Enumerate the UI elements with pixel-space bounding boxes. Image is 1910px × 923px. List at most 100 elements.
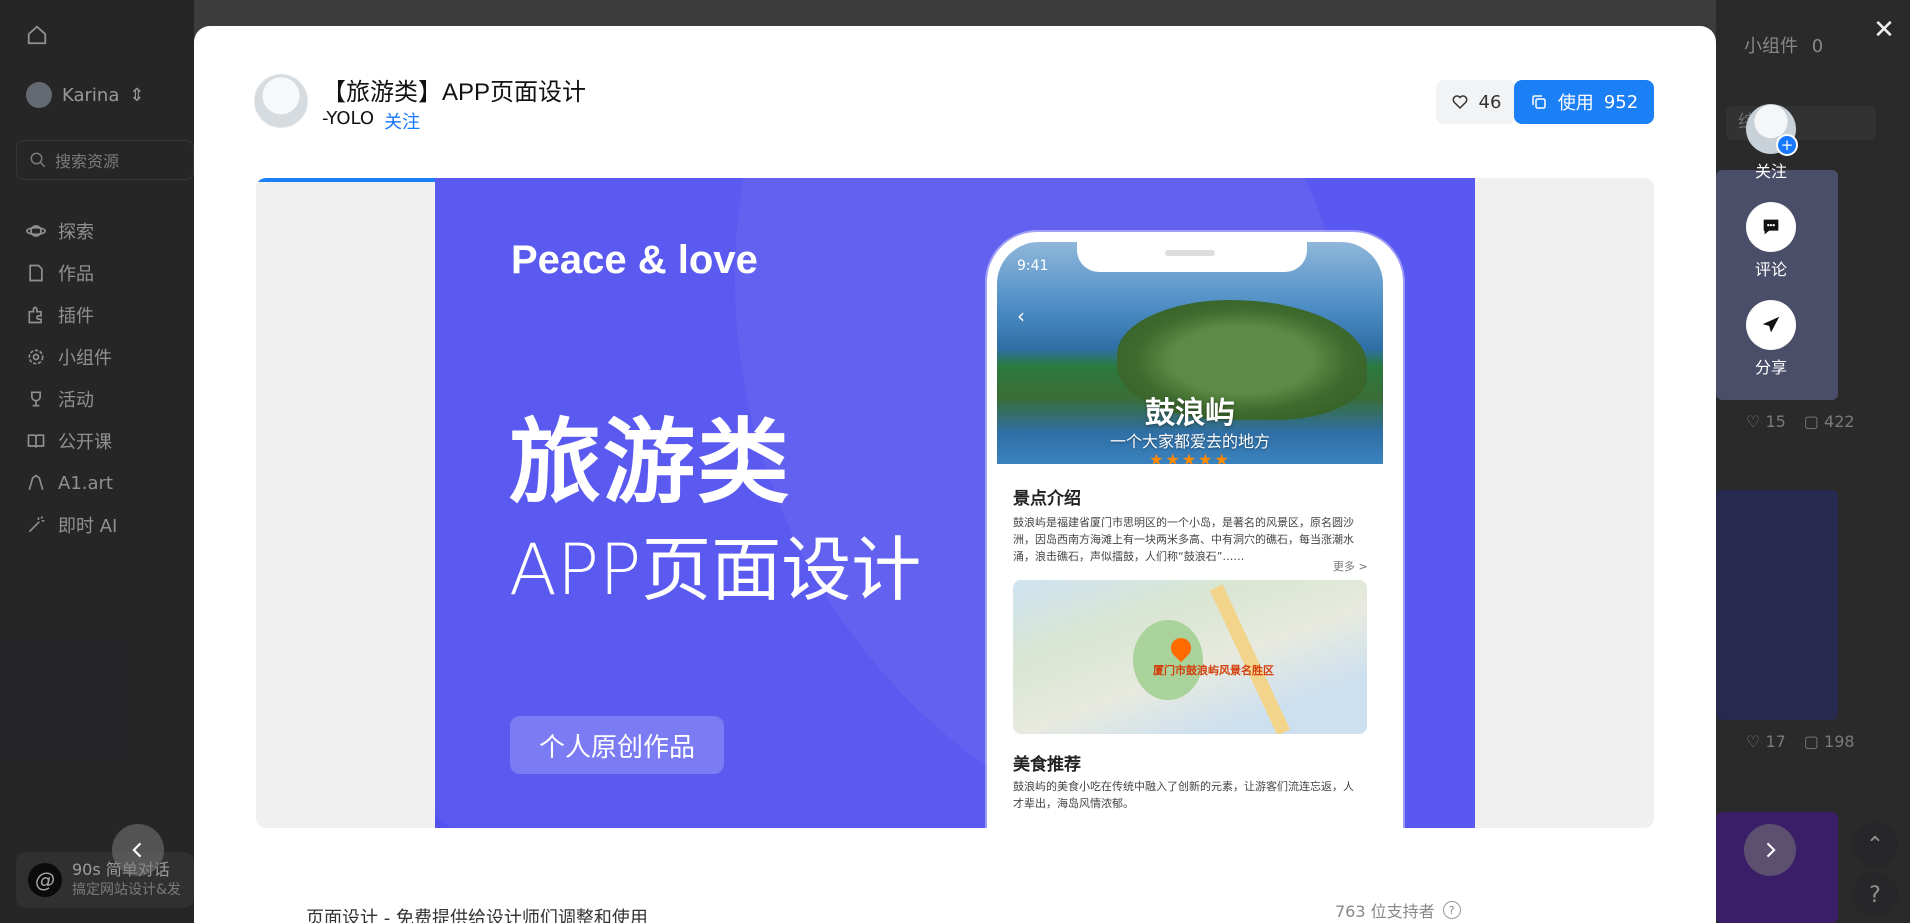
next-button[interactable] xyxy=(1744,824,1796,876)
description: 页面设计 - 免费提供给设计师们调整和使用 xyxy=(306,908,648,923)
search-icon xyxy=(30,152,46,168)
sidebar-item-works[interactable]: 作品 xyxy=(26,252,117,294)
sidebar-item-label: 插件 xyxy=(58,306,94,327)
tab-count: 0 xyxy=(1811,36,1824,57)
plus-icon: + xyxy=(1776,134,1798,156)
comment-count: ▢ 198 xyxy=(1803,732,1855,751)
book-icon xyxy=(27,434,45,448)
action-label: 评论 xyxy=(1754,260,1787,279)
section-title: 景点介绍 xyxy=(1013,489,1081,509)
sidebar-item-a1art[interactable]: A1.art xyxy=(26,462,117,504)
like-count: 46 xyxy=(1478,91,1502,113)
side-actions: + 关注 评论 分享 xyxy=(1746,104,1798,398)
sidebar-item-label: 公开课 xyxy=(58,432,112,453)
copy-icon xyxy=(1532,95,1546,109)
user-name: Karina xyxy=(62,84,120,106)
puzzle-icon xyxy=(28,306,42,324)
scroll-top-button[interactable]: ⌃ xyxy=(1852,822,1898,868)
use-button[interactable]: 使用 952 xyxy=(1514,80,1654,124)
sidebar-item-explore[interactable]: 探索 xyxy=(26,210,117,252)
gear-icon xyxy=(28,349,44,365)
card-stats: ♡ 15 ▢ 422 xyxy=(1746,412,1855,431)
heart-icon: ♡ xyxy=(1746,732,1761,751)
page-title: 【旅游类】APP页面设计 xyxy=(322,79,587,106)
user-menu[interactable]: Karina ⇕ xyxy=(26,82,144,108)
sidebar-item-label: 探索 xyxy=(58,222,94,243)
detail-modal: 【旅游类】APP页面设计 -YOLO 关注 46 使用 952 Peace & … xyxy=(194,26,1716,923)
comment-action[interactable]: 评论 xyxy=(1746,202,1796,280)
share-action[interactable]: 分享 xyxy=(1746,300,1796,378)
author-avatar[interactable] xyxy=(254,74,308,128)
phone-mockup: 9:41 ‹ 鼓浪屿 一个大家都爱去的地方 ★★★★★ 景点介绍 鼓浪屿是福建省… xyxy=(987,232,1403,828)
map-image: 厦门市鼓浪屿风景名胜区 xyxy=(1013,580,1367,734)
sidebar-item-widgets[interactable]: 小组件 xyxy=(26,336,117,378)
brand-logo-icon: @ xyxy=(28,863,62,897)
tab-label: 小组件 xyxy=(1744,36,1798,57)
more-link: 更多 > xyxy=(1333,560,1368,573)
place-name: 鼓浪屿 xyxy=(1145,396,1235,431)
search-box[interactable]: 搜索资源 xyxy=(16,140,194,180)
sidebar-item-label: 小组件 xyxy=(58,348,112,369)
hero-photo: 9:41 ‹ 鼓浪屿 一个大家都爱去的地方 ★★★★★ xyxy=(997,242,1383,464)
like-count: ♡ 17 xyxy=(1746,732,1786,751)
artwork-title: 旅游类 xyxy=(509,409,792,516)
promo-line2: 搞定网站设计&发 xyxy=(72,882,181,898)
chevron-right-icon xyxy=(1766,842,1776,858)
section-title: 美食推荐 xyxy=(1013,755,1081,775)
artwork-image: Peace & love 旅游类 APP页面设计 个人原创作品 9:41 ‹ 鼓… xyxy=(435,178,1475,828)
sidebar-item-courses[interactable]: 公开课 xyxy=(26,420,117,462)
question-icon: ? xyxy=(1869,882,1881,908)
action-label: 关注 xyxy=(1754,162,1787,181)
sidebar-item-events[interactable]: 活动 xyxy=(26,378,117,420)
close-icon: ✕ xyxy=(1873,15,1895,45)
help-button[interactable]: ? xyxy=(1852,872,1898,918)
artwork-badge: 个人原创作品 xyxy=(510,716,724,774)
avatar xyxy=(26,82,52,108)
preview-viewer[interactable]: Peace & love 旅游类 APP页面设计 个人原创作品 9:41 ‹ 鼓… xyxy=(256,178,1654,828)
trophy-icon xyxy=(31,391,41,407)
chevron-left-icon xyxy=(132,842,142,858)
home-icon[interactable] xyxy=(26,24,48,46)
follow-action[interactable]: + 关注 xyxy=(1746,104,1798,182)
comment-count: ▢ 422 xyxy=(1803,412,1855,431)
tab-widgets[interactable]: 小组件 0 xyxy=(1744,32,1823,58)
chevron-up-icon: ⌃ xyxy=(1865,832,1885,858)
artwork-subtitle: APP页面设计 xyxy=(509,529,922,611)
previous-button[interactable] xyxy=(112,824,164,876)
map-road xyxy=(1209,584,1291,734)
follow-link[interactable]: 关注 xyxy=(384,108,420,134)
like-button[interactable]: 46 xyxy=(1436,80,1516,124)
map-park xyxy=(1133,620,1203,700)
search-placeholder: 搜索资源 xyxy=(55,152,120,171)
phone-notch xyxy=(1077,238,1307,272)
sidebar-item-label: 活动 xyxy=(58,390,94,411)
chevron-updown-icon: ⇕ xyxy=(129,84,145,106)
author-line: -YOLO 关注 xyxy=(322,108,420,134)
action-label: 分享 xyxy=(1754,358,1787,377)
sidebar-item-label: A1.art xyxy=(58,472,113,494)
comment-icon: ▢ xyxy=(1803,732,1819,751)
question-icon[interactable]: ? xyxy=(1442,901,1461,919)
resource-card[interactable] xyxy=(1716,490,1838,720)
magic-wand-icon xyxy=(28,516,45,533)
section-text: 鼓浪屿是福建省厦门市思明区的一个小岛，是著名的风景区，原名圆沙洲，因岛西南方海滩… xyxy=(1013,516,1354,563)
author-name[interactable]: -YOLO xyxy=(322,108,374,134)
heart-icon xyxy=(1452,95,1468,110)
status-time: 9:41 xyxy=(1017,258,1049,274)
sidebar-item-plugins[interactable]: 插件 xyxy=(26,294,117,336)
sidebar-item-instant-ai[interactable]: 即时 AI xyxy=(26,504,117,546)
promo-banner[interactable]: @ 90s 简单对话 搞定网站设计&发 xyxy=(16,852,194,908)
share-icon xyxy=(1746,300,1796,350)
back-arrow-icon: ‹ xyxy=(1017,304,1025,328)
map-label: 厦门市鼓浪屿风景名胜区 xyxy=(1153,664,1274,677)
supporters-text: 763 位支持者 xyxy=(1335,902,1435,921)
sidebar-nav: 探索 作品 插件 小组件 活动 公开课 A1.art 即时 AI xyxy=(26,210,117,546)
document-icon xyxy=(29,264,43,282)
close-button[interactable]: ✕ xyxy=(1870,15,1898,45)
like-count: ♡ 15 xyxy=(1746,412,1786,431)
sidebar-item-label: 作品 xyxy=(58,264,94,285)
card-stats: ♡ 17 ▢ 198 xyxy=(1746,732,1855,751)
use-label: 使用 xyxy=(1557,93,1594,114)
section-text: 鼓浪屿的美食小吃在传统中融入了创新的元素，让游客们流连忘返，人才辈出，海岛风情浓… xyxy=(1013,780,1354,810)
comment-icon xyxy=(1746,202,1796,252)
